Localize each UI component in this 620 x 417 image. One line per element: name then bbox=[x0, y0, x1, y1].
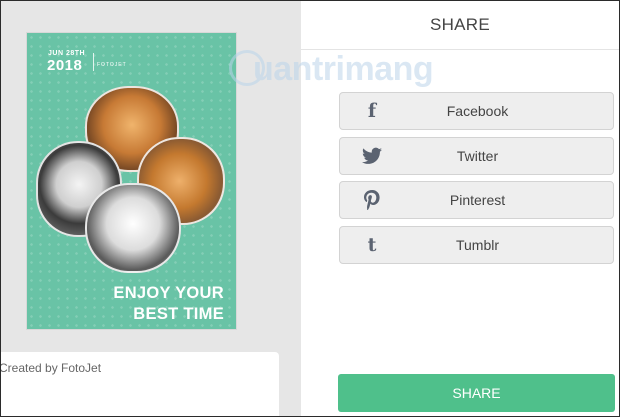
poster-date: JUN 28TH bbox=[48, 50, 86, 57]
share-title: SHARE bbox=[429, 15, 491, 34]
app-frame: JUN 28TH 2018 FOTOJET ENJOY YOUR BEST TI… bbox=[0, 0, 620, 417]
share-header: SHARE bbox=[301, 1, 619, 50]
puppy-photo-bottom bbox=[85, 183, 181, 273]
caption-box[interactable]: Created by FotoJet bbox=[1, 352, 279, 416]
share-button-label: Tumblr bbox=[455, 237, 500, 253]
poster-title-line2: BEST TIME bbox=[133, 305, 224, 323]
share-button-label: Pinterest bbox=[449, 192, 506, 208]
share-twitter-button[interactable]: Twitter bbox=[339, 137, 614, 175]
poster-brand: FOTOJET bbox=[97, 62, 127, 68]
poster-title: ENJOY YOUR BEST TIME bbox=[99, 283, 224, 325]
poster-preview: JUN 28TH 2018 FOTOJET ENJOY YOUR BEST TI… bbox=[27, 33, 236, 329]
share-button-label: Twitter bbox=[456, 148, 499, 164]
share-tumblr-button[interactable]: t Tumblr bbox=[339, 226, 614, 264]
poster-title-line1: ENJOY YOUR bbox=[113, 284, 224, 302]
share-submit-button[interactable]: SHARE bbox=[338, 374, 615, 412]
share-pinterest-button[interactable]: Pinterest bbox=[339, 181, 614, 219]
poster-year: 2018 bbox=[47, 57, 83, 74]
share-facebook-button[interactable]: f Facebook bbox=[339, 92, 614, 130]
poster-divider bbox=[93, 53, 94, 71]
share-button-label: Facebook bbox=[446, 103, 509, 119]
watermark: uantrimang bbox=[229, 46, 469, 96]
caption-text: Created by FotoJet bbox=[0, 361, 102, 375]
watermark-text: uantrimang bbox=[253, 50, 434, 88]
